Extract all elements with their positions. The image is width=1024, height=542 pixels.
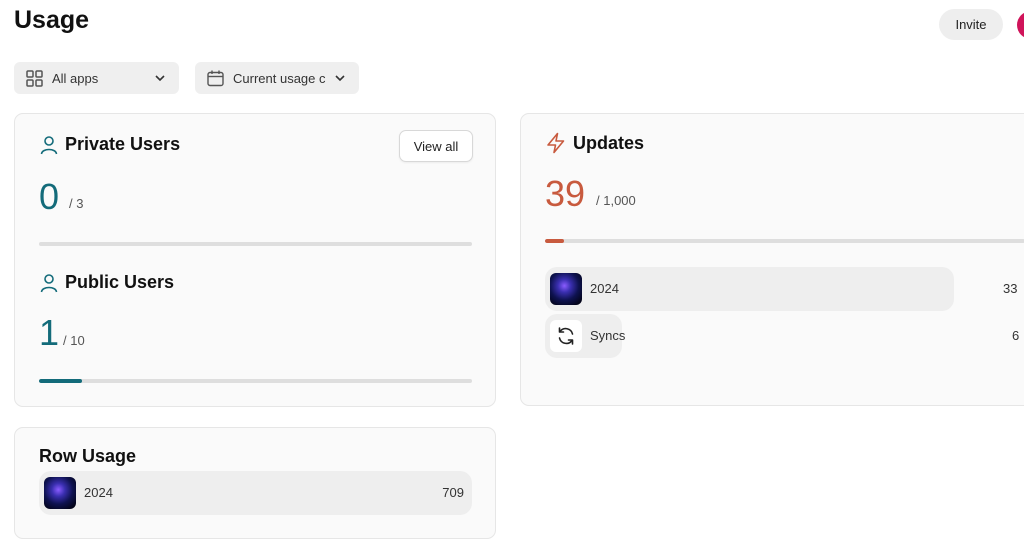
updates-item-label: 2024 (590, 281, 619, 296)
updates-item-syncs[interactable]: Syncs (545, 314, 626, 358)
updates-heading: Updates (545, 132, 644, 154)
updates-item-2024[interactable]: 2024 (545, 267, 954, 311)
updates-item-count: 6 (1012, 328, 1020, 343)
user-icon (39, 273, 59, 293)
app-thumbnail-galaxy (44, 477, 76, 509)
private-users-heading: Private Users (39, 134, 180, 155)
view-all-button[interactable]: View all (399, 130, 473, 162)
apps-filter-label: All apps (52, 70, 99, 86)
updates-item-label: Syncs (590, 328, 626, 343)
row-usage-card: Row Usage 2024 709 (14, 427, 496, 539)
updates-count: 39 (545, 173, 586, 214)
chevron-down-icon (334, 72, 346, 87)
row-usage-heading: Row Usage (39, 446, 136, 467)
chevron-down-icon (154, 72, 166, 87)
private-users-progress (39, 242, 472, 246)
private-users-title: Private Users (65, 134, 181, 154)
user-icon (39, 135, 59, 155)
updates-progress-fill (545, 239, 564, 243)
calendar-icon (206, 69, 224, 87)
period-filter-dropdown[interactable]: Current usage c (195, 62, 359, 94)
public-users-title: Public Users (65, 272, 175, 292)
sync-icon (550, 320, 582, 352)
lightning-icon (545, 132, 567, 154)
public-users-heading: Public Users (39, 272, 174, 293)
public-users-limit: / 10 (63, 333, 85, 348)
period-filter-label: Current usage c (233, 70, 326, 86)
updates-card: Updates 39 / 1,000 2024 33 Syncs 6 (520, 113, 1024, 406)
public-users-progress (39, 379, 472, 383)
app-thumbnail-galaxy (550, 273, 582, 305)
users-card: Private Users View all 0 / 3 Public User… (14, 113, 496, 407)
row-usage-item-2024[interactable]: 2024 709 (39, 471, 472, 515)
row-usage-item-count: 709 (442, 485, 464, 500)
private-users-limit: / 3 (69, 196, 84, 211)
private-users-count: 0 (39, 176, 60, 217)
updates-limit: / 1,000 (596, 193, 636, 208)
invite-button[interactable]: Invite (939, 9, 1003, 40)
page-title: Usage (14, 6, 90, 34)
updates-item-count: 33 (1003, 281, 1018, 296)
updates-title: Updates (573, 132, 645, 153)
public-users-progress-fill (39, 379, 83, 383)
row-usage-title: Row Usage (39, 446, 137, 466)
row-usage-item-label: 2024 (84, 485, 113, 500)
updates-progress (545, 239, 1024, 243)
avatar[interactable] (1017, 11, 1024, 39)
apps-filter-dropdown[interactable]: All apps (14, 62, 179, 94)
grid-icon (25, 69, 43, 87)
public-users-count: 1 (39, 312, 60, 353)
